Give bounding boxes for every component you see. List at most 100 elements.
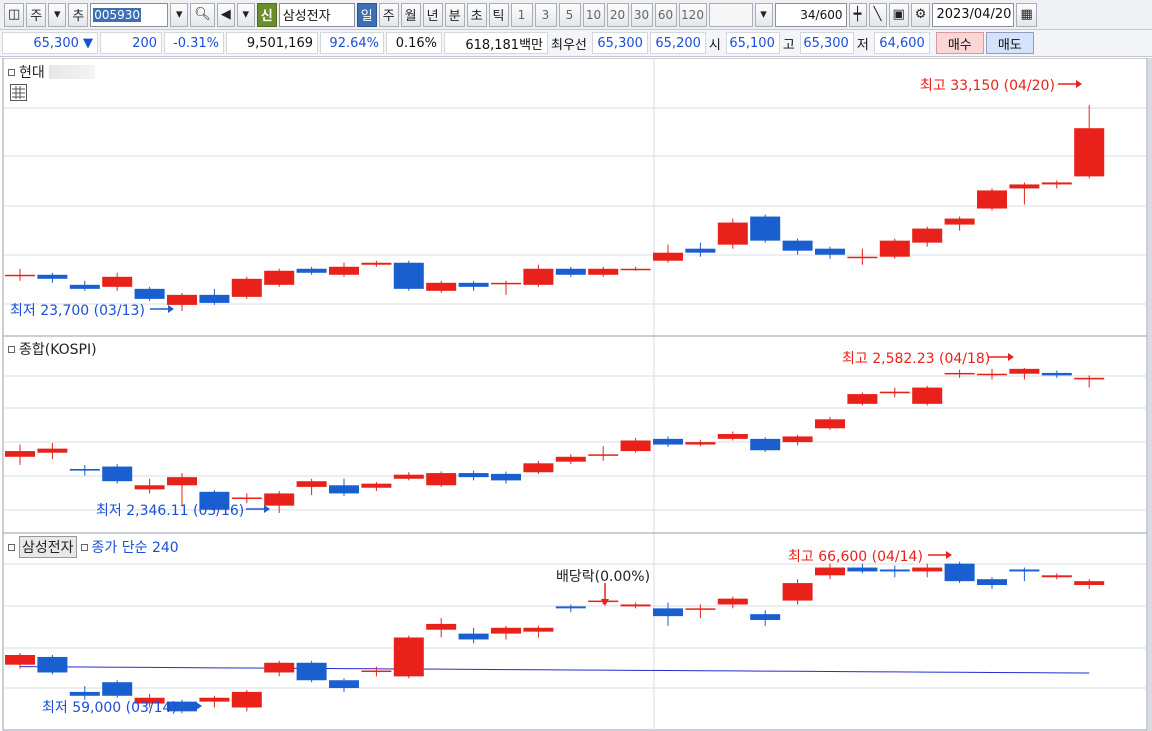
candle-body-1-8 [264, 493, 295, 506]
candle-body-0-25 [815, 248, 845, 255]
candle-body-1-22 [717, 433, 748, 439]
candle-body-2-14 [458, 633, 489, 640]
period-week-label: 주 [382, 9, 395, 24]
candle-body-2-17 [555, 606, 586, 609]
candle-body-1-18 [588, 454, 619, 456]
search-icon[interactable]: 🔍︎ [190, 2, 215, 27]
period-tab-minute[interactable]: 분 [444, 2, 465, 27]
candle-body-1-28 [912, 387, 943, 404]
panel-3-low-label: 최저 59,000 (03/14) [42, 700, 177, 716]
date-field[interactable]: 2023/04/20 [932, 2, 1015, 27]
panel-3-title-text[interactable]: 삼성전자 [19, 536, 77, 558]
table-grid-icon[interactable] [10, 84, 27, 101]
panel-3-high-label: 최고 66,600 (04/14) [788, 549, 923, 565]
price-change-pct: -0.31% [164, 32, 224, 54]
period-tab-week[interactable]: 주 [378, 2, 399, 27]
period-tick-label: 틱 [492, 9, 505, 24]
market-dropdown-icon[interactable]: ▾ [48, 2, 67, 27]
interval-3[interactable]: 3 [534, 2, 557, 27]
period-tab-second[interactable]: 초 [466, 2, 487, 27]
chart-toolbar: ◫ 주 ▾ 추 005930 ▾ 🔍︎ ◀︎ ▾ 신 삼성전자 일 주 월 년 … [0, 0, 1152, 30]
speaker-icon[interactable]: ◀︎ [216, 2, 235, 27]
chart-frame [2, 58, 1148, 731]
candle-body-0-0 [5, 274, 35, 277]
open-price: 65,100 [725, 32, 780, 54]
candle-body-2-8 [264, 662, 295, 673]
buy-button[interactable]: 매수 [935, 32, 984, 54]
save-icon[interactable]: ▣ [888, 2, 909, 27]
candle-body-0-18 [588, 268, 619, 275]
add-label: 추 [72, 9, 85, 24]
period-year-label: 년 [426, 9, 439, 24]
chart-area[interactable]: 현대 종합(KOSPI) 삼성전자 종가 단순 240 최고 33,150 (0… [0, 58, 1152, 731]
candle-body-0-4 [134, 288, 165, 299]
period-day-label: 일 [360, 9, 373, 24]
period-tab-tick[interactable]: 틱 [488, 2, 509, 27]
interval-custom-field[interactable] [708, 2, 753, 27]
interval-20[interactable]: 20 [606, 2, 629, 27]
panel-1-title-text: 현대 [19, 65, 45, 81]
candlestick-charts-svg[interactable] [0, 58, 1148, 731]
interval-120[interactable]: 120 [678, 2, 707, 27]
interval-dropdown-icon[interactable]: ▾ [754, 2, 773, 27]
candle-body-1-3 [102, 466, 133, 482]
candle-body-2-11 [361, 670, 392, 673]
candle-body-1-24 [782, 436, 813, 443]
add-button[interactable]: 추 [68, 2, 89, 27]
candle-body-2-6 [199, 697, 230, 702]
candle-body-1-26 [847, 394, 878, 404]
stock-name-field[interactable]: 삼성전자 [278, 2, 355, 27]
candle-body-0-32 [1041, 182, 1072, 185]
market-select[interactable]: 주 [26, 2, 47, 27]
panel-3-title: 삼성전자 종가 단순 240 [8, 536, 179, 558]
candle-body-1-30 [977, 373, 1007, 376]
candle-body-2-13 [426, 623, 457, 630]
sell-button[interactable]: 매도 [985, 32, 1034, 54]
best-bid: 65,200 [649, 32, 706, 54]
panel-3-square-icon [8, 543, 15, 551]
interval-1[interactable]: 1 [510, 2, 533, 27]
candle-body-0-17 [555, 268, 586, 275]
candle-body-1-21 [685, 442, 716, 445]
period-tab-year[interactable]: 년 [422, 2, 443, 27]
stock-code-input[interactable]: 005930 [90, 2, 169, 27]
candle-body-1-19 [620, 440, 651, 452]
candle-body-0-27 [879, 240, 910, 257]
data-count-field[interactable]: 34/600 [774, 2, 847, 27]
period-tab-day[interactable]: 일 [356, 2, 377, 27]
panel-2-title: 종합(KOSPI) [8, 339, 97, 359]
table-grid-icon-glyph [12, 86, 25, 99]
panel-1-high-label: 최고 33,150 (04/20) [920, 78, 1055, 94]
interval-5[interactable]: 5 [558, 2, 581, 27]
right-scale-strip[interactable] [1148, 58, 1152, 731]
candle-body-1-31 [1009, 368, 1040, 374]
period-tab-month[interactable]: 월 [400, 2, 421, 27]
interval-30[interactable]: 30 [630, 2, 653, 27]
candle-body-0-3 [102, 276, 133, 287]
settings-gear-icon[interactable]: ⚙ [910, 2, 931, 27]
candle-body-2-12 [393, 637, 424, 677]
interval-60[interactable]: 60 [654, 2, 677, 27]
speaker-dropdown-icon[interactable]: ▾ [236, 2, 255, 27]
candle-body-2-16 [523, 627, 554, 632]
candle-body-2-23 [750, 614, 781, 621]
panel-toggle-icon[interactable]: ◫ [4, 2, 25, 27]
candle-body-1-15 [491, 473, 521, 481]
interval-20-label: 20 [609, 7, 626, 22]
candle-body-0-24 [782, 240, 813, 251]
period-second-label: 초 [470, 9, 483, 24]
ma-label[interactable]: 종가 단순 240 [92, 537, 179, 557]
interval-60-label: 60 [657, 7, 674, 22]
new-badge[interactable]: 신 [256, 2, 277, 27]
calendar-icon[interactable]: ▦ [1016, 2, 1037, 27]
code-dropdown-icon[interactable]: ▾ [170, 2, 189, 27]
candle-body-2-32 [1041, 575, 1072, 578]
best-ask: 65,300 [591, 32, 648, 54]
line-tool-icon[interactable]: ╲ [868, 2, 887, 27]
ma-line-0 [19, 666, 1090, 674]
candle-body-2-3 [102, 682, 133, 696]
interval-10[interactable]: 10 [582, 2, 605, 27]
period-month-label: 월 [404, 9, 417, 24]
candle-type-icon[interactable]: ┿ [848, 2, 867, 27]
candle-body-1-10 [329, 485, 359, 494]
